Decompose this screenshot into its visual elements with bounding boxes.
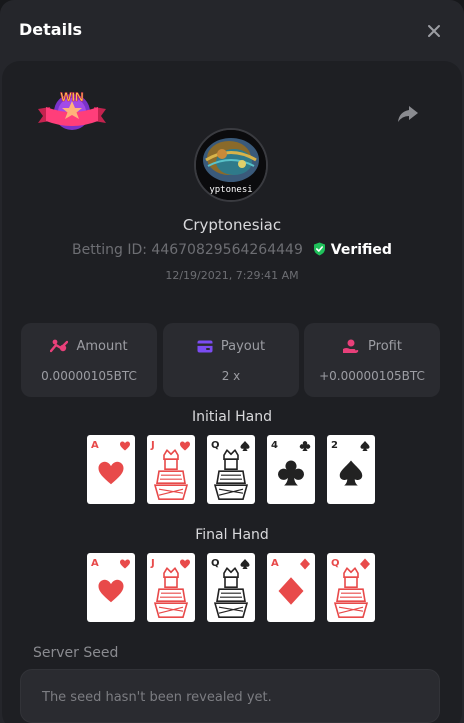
hearts-suit-icon — [98, 461, 124, 484]
modal-title: Details — [19, 20, 83, 39]
server-seed-label: Server Seed — [33, 645, 119, 661]
final-hand-card: Q — [207, 553, 255, 622]
final-hand-card: J — [147, 553, 195, 622]
payout-card: Payout 2 x — [163, 323, 299, 397]
initial-hand-card: 4 — [267, 435, 315, 504]
verified-shield-icon — [314, 242, 326, 256]
diamonds-suit-icon — [278, 576, 304, 605]
betting-id-line: Betting ID: 44670829564264449 Verified — [0, 242, 464, 258]
face-card-figure-icon — [153, 566, 189, 618]
verified-label: Verified — [330, 242, 392, 258]
amount-label: Amount — [76, 338, 128, 354]
wallet-icon — [197, 340, 213, 352]
avatar: yptonesi — [194, 128, 268, 202]
spades-suit-icon — [360, 441, 370, 451]
avatar-text: yptonesi — [209, 185, 252, 195]
clubs-suit-icon — [278, 460, 304, 485]
card-rank: 2 — [331, 440, 338, 451]
initial-hand-card: A — [87, 435, 135, 504]
diamonds-suit-icon — [300, 558, 310, 570]
face-card-figure-icon — [333, 566, 369, 618]
coins-icon — [50, 339, 69, 353]
close-icon[interactable] — [424, 21, 444, 41]
initial-hand-title: Initial Hand — [191, 409, 273, 425]
share-icon[interactable] — [397, 104, 419, 124]
profit-label: Profit — [368, 338, 402, 354]
avatar-image: yptonesi — [196, 130, 266, 200]
final-hand-card: Q — [327, 553, 375, 622]
face-card-figure-icon — [213, 566, 249, 618]
win-badge-text: WIN — [60, 90, 83, 104]
initial-hand-card: 2 — [327, 435, 375, 504]
clubs-suit-icon — [299, 441, 311, 451]
final-hand-card: A — [267, 553, 315, 622]
amount-value: 0.00000105BTC — [41, 369, 137, 383]
profit-value: +0.00000105BTC — [319, 369, 425, 383]
server-seed-message: The seed hasn't been revealed yet. — [42, 690, 272, 705]
modal-header: Details — [0, 0, 464, 60]
card-rank: A — [91, 558, 99, 569]
amount-card: Amount 0.00000105BTC — [21, 323, 157, 397]
initial-hand-card: J — [147, 435, 195, 504]
payout-label: Payout — [220, 338, 266, 354]
hearts-suit-icon — [120, 559, 130, 569]
final-hand-title: Final Hand — [195, 527, 269, 543]
details-modal: Details WIN yptonesi Cryptonesiac Bettin… — [0, 0, 464, 723]
username: Cryptonesiac — [182, 216, 282, 234]
hearts-suit-icon — [120, 441, 130, 451]
profit-card: Profit +0.00000105BTC — [304, 323, 440, 397]
card-rank: 4 — [271, 440, 278, 451]
betting-id-label: Betting ID: — [72, 242, 147, 258]
hand-coins-icon — [343, 339, 359, 353]
payout-value: 2 x — [221, 369, 241, 383]
win-badge-icon: WIN — [38, 90, 106, 130]
face-card-figure-icon — [213, 448, 249, 500]
initial-hand-card: Q — [207, 435, 255, 504]
bet-timestamp: 12/19/2021, 7:29:41 AM — [165, 269, 299, 282]
server-seed-box: The seed hasn't been revealed yet. — [20, 669, 440, 723]
final-hand-card: A — [87, 553, 135, 622]
betting-id-value: 44670829564264449 — [151, 242, 303, 258]
card-rank: A — [91, 440, 99, 451]
hearts-suit-icon — [98, 579, 124, 602]
spades-suit-icon — [339, 460, 363, 485]
card-rank: A — [271, 558, 279, 569]
face-card-figure-icon — [153, 448, 189, 500]
